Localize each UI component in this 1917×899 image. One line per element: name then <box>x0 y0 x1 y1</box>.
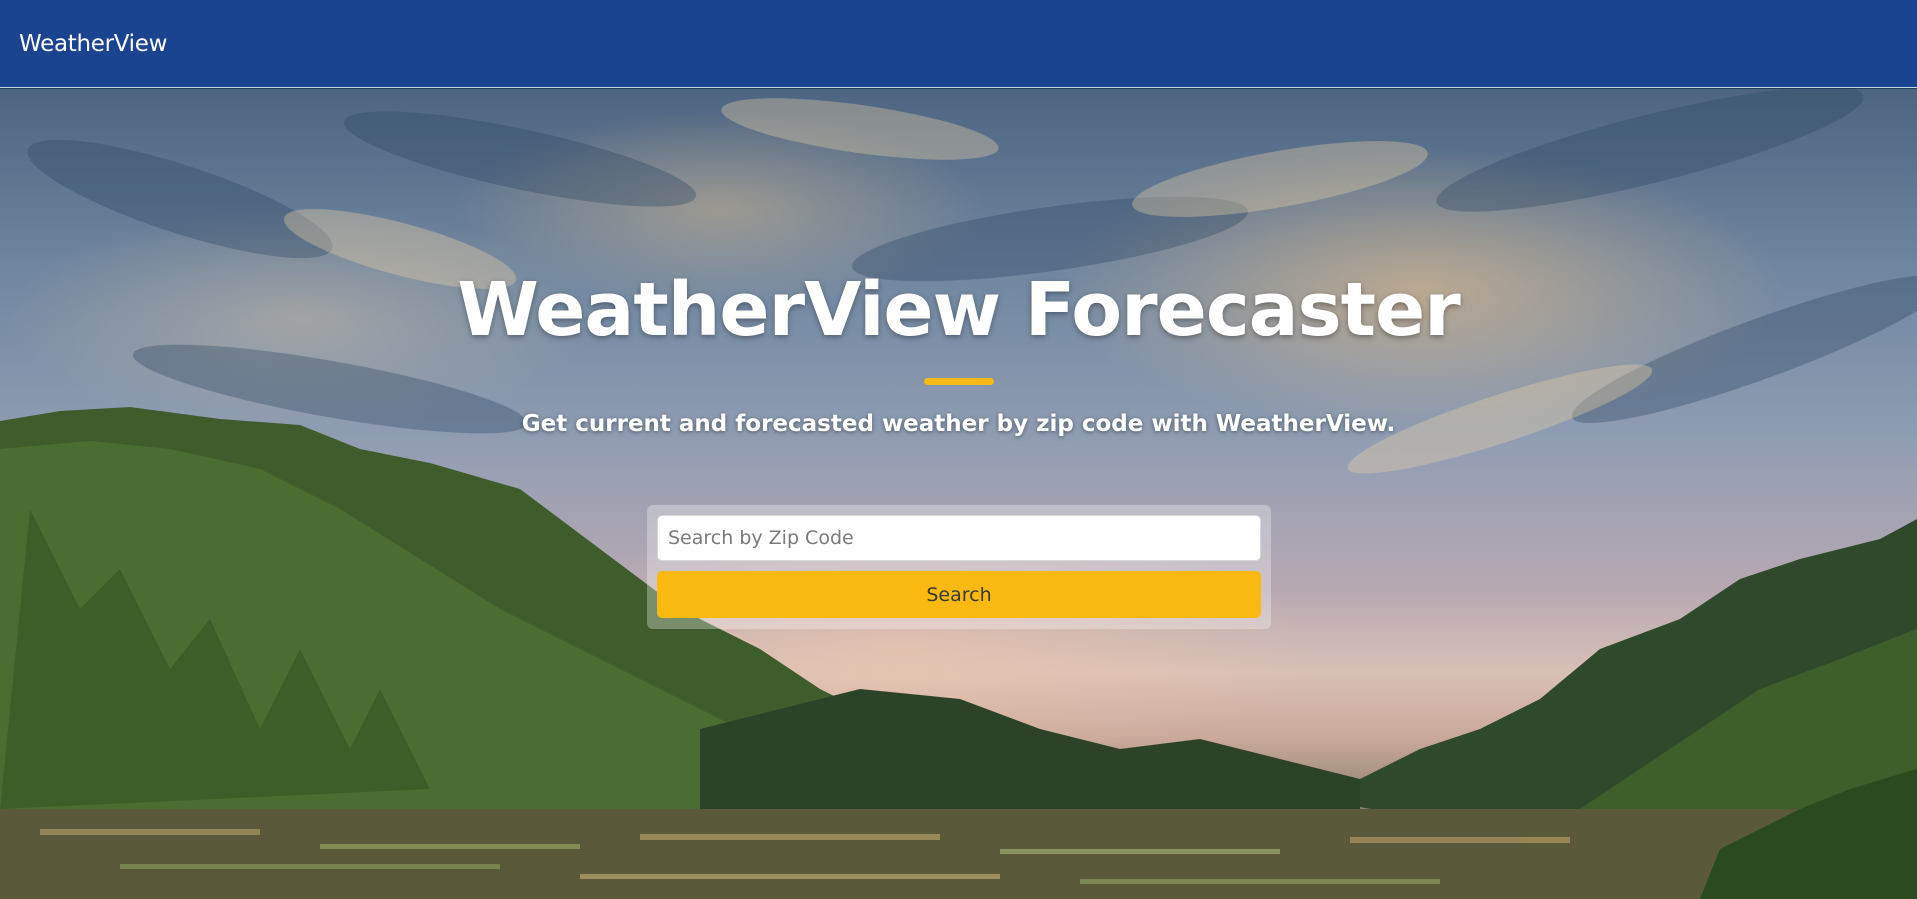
page-subtitle: Get current and forecasted weather by zi… <box>521 411 1396 437</box>
title-underline-accent <box>924 378 994 385</box>
brand-logo-text[interactable]: WeatherView <box>19 31 167 57</box>
hero-content: WeatherView Forecaster Get current and f… <box>0 89 1917 899</box>
search-button[interactable]: Search <box>657 571 1261 618</box>
search-form: Search <box>647 505 1271 629</box>
zip-code-search-input[interactable] <box>657 515 1261 561</box>
navbar: WeatherView <box>0 0 1917 88</box>
page-title: WeatherView Forecaster <box>457 267 1460 353</box>
